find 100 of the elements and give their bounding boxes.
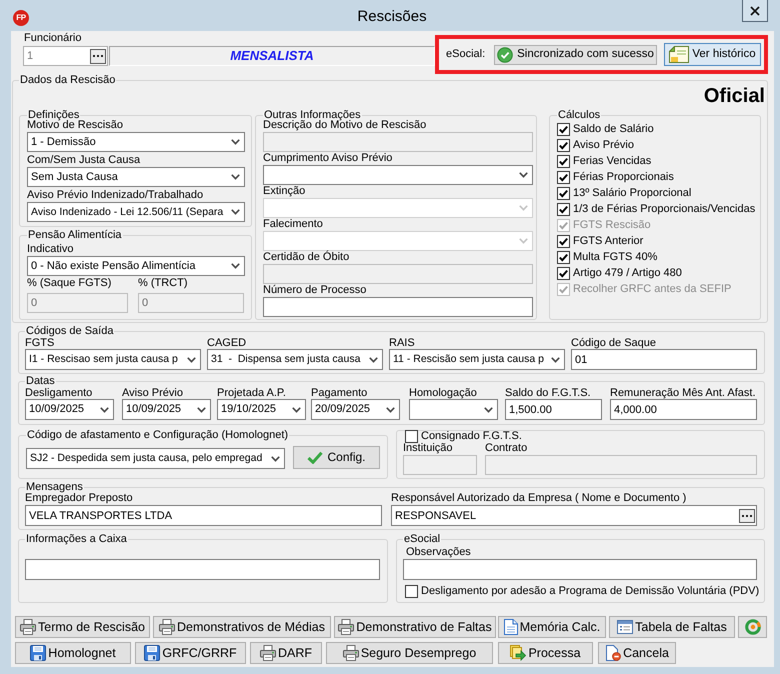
printer-icon	[159, 619, 175, 635]
dropdown[interactable]	[409, 399, 498, 420]
chevron-down-icon	[271, 456, 280, 462]
field-label: Projetada A.P.	[217, 387, 287, 399]
group-title: Informações a Caixa	[25, 533, 128, 545]
config-button[interactable]: Config.	[293, 446, 380, 469]
checkbox[interactable]	[557, 186, 570, 200]
field-label: Contrato	[485, 442, 528, 454]
field-label: Extinção	[263, 185, 306, 198]
checkbox-label: Desligamento por adesão a Programa de Demissão Voluntária (PDV)	[421, 585, 760, 598]
field-label: Desligamento	[25, 387, 94, 399]
history-button[interactable]: Ver histórico	[664, 43, 761, 66]
field-label: Descrição do Motivo de Rescisão	[263, 119, 428, 132]
dropdown[interactable]: 31 - Dispensa sem justa causa	[207, 349, 383, 370]
field-label: Número de Processo	[263, 284, 368, 297]
dropdown[interactable]: 19/10/2025	[217, 399, 306, 420]
chevron-down-icon	[369, 356, 378, 362]
table-icon	[617, 620, 634, 634]
chevron-down-icon	[292, 406, 301, 412]
esocial-label: eSocial:	[446, 48, 486, 61]
group-title: Datas	[25, 375, 56, 387]
text-field[interactable]	[403, 559, 757, 580]
dropdown[interactable]: 11 - Rescisão sem justa causa p	[389, 349, 565, 370]
icon-button[interactable]	[738, 616, 767, 638]
dropdown[interactable]: I1 - Rescisao sem justa causa p	[25, 349, 201, 370]
checkbox[interactable]	[557, 138, 570, 152]
print-button[interactable]: Seguro Desemprego	[326, 642, 493, 664]
field-label: RAIS	[389, 337, 416, 349]
checkbox[interactable]	[557, 170, 570, 184]
print-button[interactable]: Demonstrativos de Médias	[153, 616, 331, 638]
print-button[interactable]: DARF	[250, 642, 322, 664]
checkbox[interactable]	[405, 585, 418, 598]
save-button[interactable]: Homolognet	[15, 642, 131, 664]
checkbox[interactable]	[557, 266, 570, 280]
text-field[interactable]: 01	[571, 349, 757, 370]
checkbox-label: Recolher GRFC antes da SEFIP	[573, 282, 732, 296]
checkbox-label: Artigo 479 / Artigo 480	[573, 266, 682, 280]
checkbox-label: 1/3 de Férias Proporcionais/Vencidas	[573, 202, 756, 216]
chevron-down-icon	[386, 406, 395, 412]
note-icon	[669, 46, 690, 63]
save-button[interactable]: GRFC/GRRF	[135, 642, 246, 664]
cancel-button[interactable]: Cancela	[598, 642, 676, 664]
text-field[interactable]	[25, 559, 380, 580]
field-label: Observações	[405, 546, 472, 558]
sync-status-button[interactable]: Sincronizado com sucesso	[494, 44, 657, 64]
field-label: Aviso Prévio	[122, 387, 184, 399]
dropdown[interactable]: 1 - Demissão	[27, 132, 245, 152]
chevron-down-icon	[231, 139, 240, 145]
field-label: % (TRCT)	[138, 277, 188, 290]
checkbox-label: Consignado F.G.T.S.	[421, 430, 522, 443]
field-label: Homologação	[409, 387, 478, 399]
printer-icon	[342, 645, 359, 661]
checkbox[interactable]	[557, 122, 570, 136]
field-label: Indicativo	[27, 243, 74, 256]
text-field[interactable]: VELA TRANSPORTES LTDA	[25, 505, 382, 526]
checkbox-label: Multa FGTS 40%	[573, 250, 658, 264]
field-label: Falecimento	[263, 218, 324, 231]
checkbox-label: FGTS Rescisão	[573, 218, 651, 232]
text-field[interactable]: 1,500.00	[505, 399, 602, 420]
memo-button[interactable]: Memória Calc.	[498, 616, 606, 638]
ring-icon	[744, 619, 760, 635]
text-field[interactable]: 4,000.00	[610, 399, 757, 420]
chevron-down-icon	[231, 174, 240, 180]
group-title: Cálculos	[557, 109, 602, 121]
checkbox-label: FGTS Anterior	[573, 234, 644, 248]
checkbox[interactable]	[557, 202, 570, 216]
printer-icon	[338, 619, 354, 635]
field-label: Funcionário	[23, 32, 82, 45]
dropdown[interactable]: 10/09/2025	[122, 399, 211, 420]
text-field[interactable]	[263, 297, 533, 317]
group-title: Códigos de Saída	[25, 325, 114, 337]
process-button[interactable]: Processa	[498, 642, 593, 664]
checkbox[interactable]	[557, 234, 570, 248]
checkbox-label: Férias Proporcionais	[573, 170, 674, 184]
print-button[interactable]: Termo de Rescisão	[15, 616, 150, 638]
group-title: Definições	[28, 109, 80, 121]
field-label: Instituição	[403, 442, 454, 454]
dropdown[interactable]: SJ2 - Despedida sem justa causa, pelo empregad	[26, 448, 285, 469]
window-title: Rescisões	[356, 7, 428, 26]
document-arrow-icon	[510, 645, 526, 661]
checkbox-label: Aviso Prévio	[573, 138, 634, 152]
dropdown[interactable]: Sem Justa Causa	[27, 167, 245, 187]
dropdown[interactable]	[263, 165, 533, 185]
dropdown[interactable]: Aviso Indenizado - Lei 12.506/11 (Separa	[27, 202, 245, 222]
close-button[interactable]	[742, 0, 768, 22]
check-icon	[307, 451, 324, 464]
chevron-down-icon	[231, 209, 240, 215]
print-button[interactable]: Demonstrativo de Faltas	[334, 616, 496, 638]
checkbox[interactable]	[557, 154, 570, 168]
table-button[interactable]: Tabela de Faltas	[609, 616, 735, 638]
group-title: Outras Informações	[264, 109, 361, 121]
group-title: Pensão Alimentícia	[27, 229, 123, 241]
dropdown[interactable]: 20/09/2025	[311, 399, 400, 420]
field-label: Certidão de Óbito	[263, 251, 350, 264]
checkbox[interactable]	[405, 430, 418, 443]
dropdown[interactable]: 10/09/2025	[25, 399, 114, 420]
dropdown[interactable]: 0 - Não existe Pensão Alimentícia	[27, 256, 245, 276]
checkbox[interactable]	[557, 250, 570, 264]
field-label: Motivo de Rescisão	[27, 119, 124, 132]
field-label: Saldo do F.G.T.S.	[505, 387, 592, 399]
